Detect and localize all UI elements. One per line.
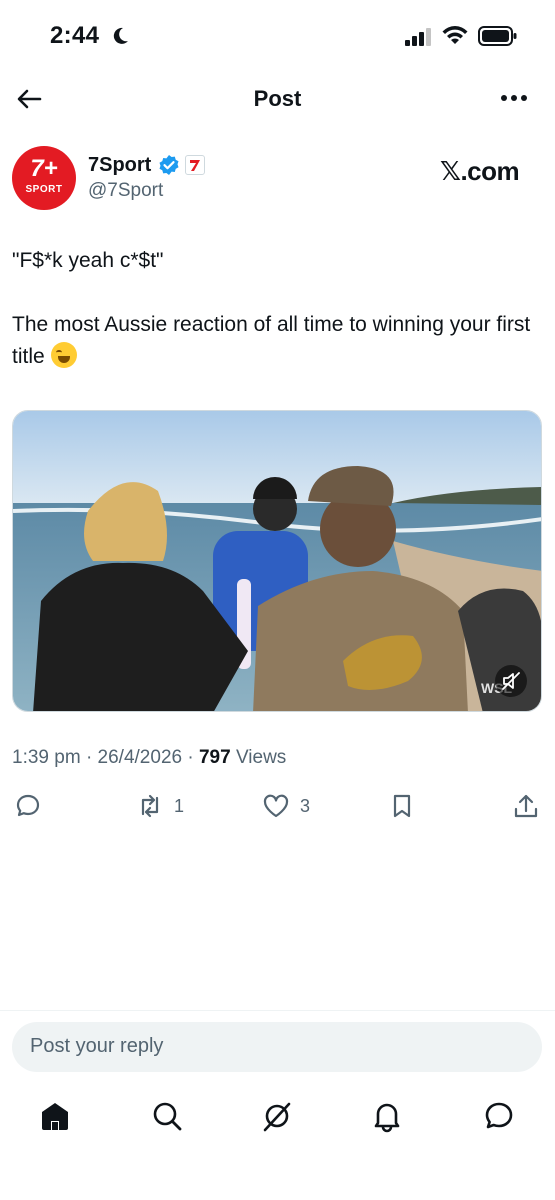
- avatar[interactable]: 7+ SPORT: [12, 146, 76, 210]
- views-label: Views: [235, 747, 287, 768]
- reply-button[interactable]: [14, 792, 42, 820]
- cellular-signal-icon: [405, 28, 431, 46]
- author-handle[interactable]: @7Sport: [88, 180, 163, 202]
- more-options-icon[interactable]: [496, 86, 532, 110]
- repost-count: 1: [174, 795, 185, 816]
- reply-icon: [16, 794, 40, 817]
- message-icon: [485, 1102, 513, 1129]
- tweet-line-body: The most Aussie reaction of all time to …: [12, 313, 531, 368]
- author-name[interactable]: 7Sport: [88, 154, 151, 177]
- post-date: 26/4/2026: [97, 747, 183, 768]
- grok-icon: [263, 1102, 291, 1132]
- divider: [0, 1010, 555, 1011]
- post-metadata: 1:39 pm · 26/4/2026 · 797 Views: [12, 747, 286, 769]
- video-frame-image: WSL: [13, 411, 541, 711]
- home-icon: [42, 1103, 68, 1130]
- avatar-logo-subtext: SPORT: [25, 184, 63, 195]
- tweet-text: "F$*k yeah c*$t" The most Aussie reactio…: [12, 245, 532, 373]
- top-navigation: Post: [0, 74, 555, 124]
- tab-home[interactable]: [38, 1099, 72, 1133]
- battery-icon: [478, 26, 517, 46]
- verified-badge-icon: [159, 155, 179, 175]
- video-media[interactable]: WSL: [12, 410, 542, 712]
- tab-grok[interactable]: [260, 1099, 294, 1133]
- wifi-icon: [442, 26, 468, 44]
- search-icon: [153, 1102, 182, 1131]
- affiliate-badge-icon: [185, 155, 205, 175]
- status-time: 2:44: [50, 22, 100, 49]
- moon-icon: [113, 27, 128, 44]
- page-title: Post: [253, 86, 302, 111]
- tears-of-joy-emoji-icon: [50, 342, 77, 368]
- share-button[interactable]: [512, 792, 540, 820]
- heart-icon: [263, 794, 289, 818]
- reply-input[interactable]: Post your reply: [12, 1022, 542, 1072]
- like-count: 3: [300, 795, 311, 816]
- separator: ·: [85, 747, 93, 768]
- tab-notifications[interactable]: [370, 1099, 404, 1133]
- bottom-tab-bar: [0, 1095, 555, 1139]
- tweet-line-quote: "F$*k yeah c*$t": [12, 249, 164, 272]
- tab-search[interactable]: [150, 1099, 184, 1133]
- views-count: 797: [198, 747, 231, 768]
- mute-button[interactable]: [495, 665, 527, 697]
- like-button[interactable]: 3: [262, 792, 310, 820]
- bookmark-button[interactable]: [388, 792, 416, 820]
- post-time: 1:39 pm: [12, 747, 81, 768]
- bell-icon: [374, 1103, 400, 1133]
- bookmark-icon: [393, 794, 411, 818]
- reply-placeholder: Post your reply: [30, 1035, 164, 1057]
- avatar-logo-text: 7+: [30, 155, 58, 182]
- separator: ·: [187, 747, 194, 768]
- repost-button[interactable]: 1: [136, 792, 184, 820]
- source-label: 𝕏.com: [440, 156, 520, 186]
- tab-messages[interactable]: [482, 1099, 516, 1133]
- speaker-muted-icon: [502, 672, 520, 690]
- repost-icon: [141, 794, 159, 818]
- post-actions: 1 3: [0, 788, 555, 828]
- share-icon: [514, 794, 538, 818]
- status-bar: 2:44: [0, 0, 555, 74]
